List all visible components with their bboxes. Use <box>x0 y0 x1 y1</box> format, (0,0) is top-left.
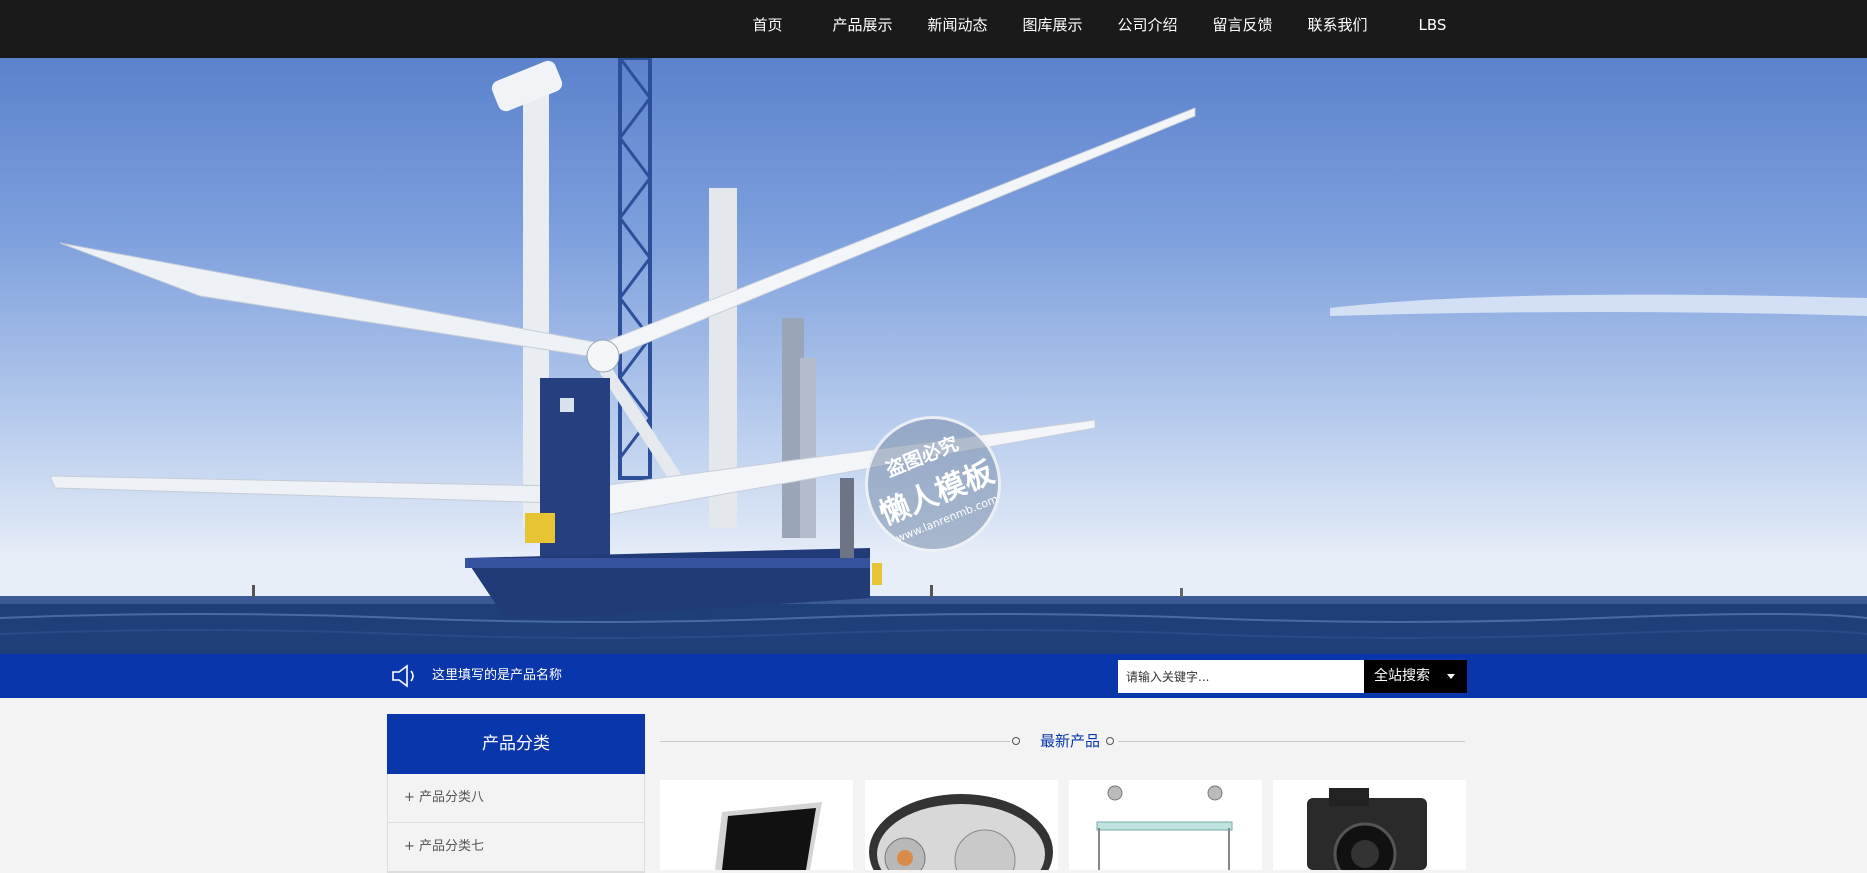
main-nav: 首页 产品展示 新闻动态 图库展示 公司介绍 留言反馈 联系我们 LBS <box>720 0 1480 50</box>
latest-products-title: 最新产品 <box>1039 732 1100 750</box>
chevron-down-icon[interactable] <box>1447 674 1455 679</box>
notice-search-bar: 这里填写的是产品名称 全站搜索 <box>0 654 1867 698</box>
nav-home[interactable]: 首页 <box>720 0 815 50</box>
product-image-camera <box>1307 788 1427 870</box>
nav-contact[interactable]: 联系我们 <box>1290 0 1385 50</box>
product-card-camera[interactable] <box>1273 780 1466 870</box>
category-sidebar-title: 产品分类 <box>387 714 645 774</box>
nav-news[interactable]: 新闻动态 <box>910 0 1005 50</box>
top-nav-bar: 首页 产品展示 新闻动态 图库展示 公司介绍 留言反馈 联系我们 LBS <box>0 0 1867 58</box>
nav-about[interactable]: 公司介绍 <box>1100 0 1195 50</box>
section-dot-right <box>1106 737 1114 745</box>
nav-gallery[interactable]: 图库展示 <box>1005 0 1100 50</box>
latest-products-header: 最新产品 <box>660 730 1465 752</box>
category-item[interactable]: + 产品分类七 <box>388 823 644 872</box>
product-image-glass-shelf <box>1096 785 1233 870</box>
hero-banner: 盗图必究 懒人模板 www.lanrenmb.com <box>0 58 1867 654</box>
nav-products[interactable]: 产品展示 <box>815 0 910 50</box>
site-search-input[interactable] <box>1118 660 1364 693</box>
hero-wind-turbine-image <box>0 58 1867 654</box>
product-image-headlight <box>869 794 1053 870</box>
section-dot-left <box>1012 737 1020 745</box>
site-search-button-label: 全站搜索 <box>1374 668 1430 684</box>
section-divider-left <box>660 741 1010 742</box>
category-item[interactable]: + 产品分类八 <box>388 774 644 823</box>
site-search-button[interactable]: 全站搜索 <box>1364 660 1467 693</box>
product-card-glass-shelf[interactable] <box>1069 780 1262 870</box>
category-sidebar-list: + 产品分类八 + 产品分类七 <box>387 774 645 873</box>
product-card-laptop[interactable] <box>660 780 853 870</box>
product-notice-text: 这里填写的是产品名称 <box>432 668 563 683</box>
nav-feedback[interactable]: 留言反馈 <box>1195 0 1290 50</box>
product-card-headlight[interactable] <box>865 780 1058 870</box>
speaker-icon <box>392 664 414 688</box>
nav-lbs[interactable]: LBS <box>1385 0 1480 50</box>
section-divider-right <box>1118 741 1465 742</box>
product-image-laptop <box>715 802 822 870</box>
